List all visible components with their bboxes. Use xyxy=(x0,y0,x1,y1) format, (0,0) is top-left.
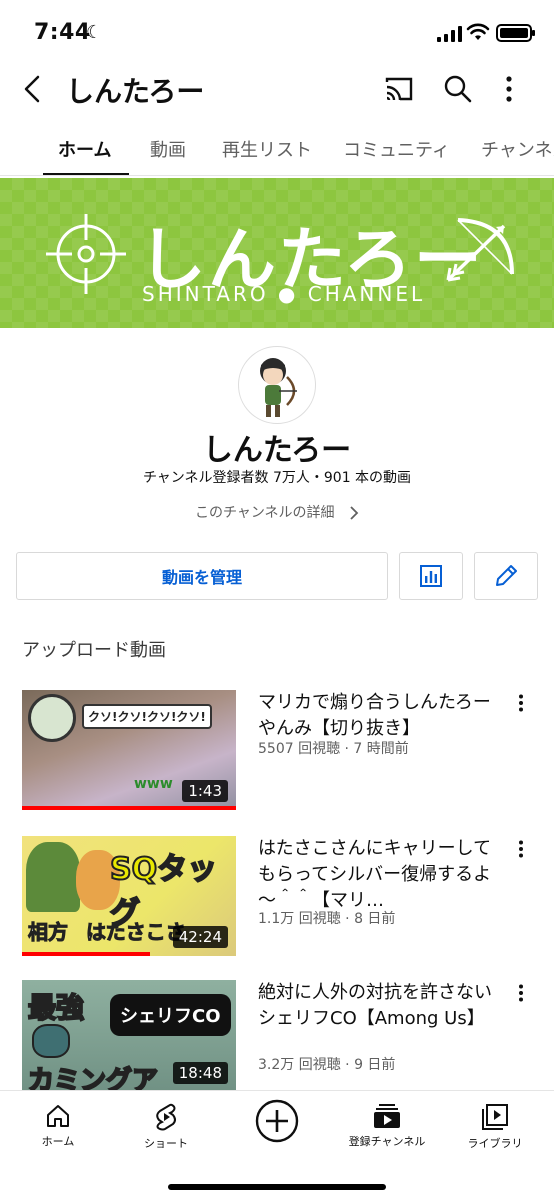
video-duration: 18:48 xyxy=(172,1062,228,1084)
video-thumbnail[interactable]: SQタッグ 相方 はたさこさ 42:24 xyxy=(22,836,236,956)
video-meta: 5507 回視聴 · 7 時間前 xyxy=(258,741,409,757)
video-more-icon[interactable] xyxy=(518,840,524,858)
manage-videos-button[interactable]: 動画を管理 xyxy=(16,552,388,600)
thumbnail-character xyxy=(32,1024,70,1058)
edit-channel-button[interactable] xyxy=(474,552,538,600)
video-item[interactable]: クソ!クソ!クソ!クソ! www 1:43 マリカで煽り合うしんたろーやんみ【切… xyxy=(0,690,554,810)
banner-subtitle: SHINTARO ● CHANNEL xyxy=(142,282,426,306)
status-time: 7:44 xyxy=(34,20,91,45)
library-icon xyxy=(482,1104,508,1130)
nav-home[interactable]: ホーム xyxy=(8,1103,108,1149)
nav-shorts-label: ショート xyxy=(144,1137,188,1150)
tab-videos[interactable]: 動画 xyxy=(150,136,186,162)
analytics-button[interactable] xyxy=(399,552,463,600)
app-header: しんたろー xyxy=(0,64,554,116)
home-icon xyxy=(47,1105,69,1127)
bow-icon xyxy=(446,218,514,282)
tab-community[interactable]: コミュニティ xyxy=(343,136,450,162)
watch-progress-bar xyxy=(22,952,151,956)
home-indicator xyxy=(168,1184,386,1190)
channel-avatar[interactable] xyxy=(238,346,316,424)
back-arrow-icon[interactable] xyxy=(18,74,48,104)
tab-channels[interactable]: チャンネル xyxy=(481,136,554,162)
shorts-icon xyxy=(156,1103,176,1131)
video-meta: 3.2万 回視聴 · 9 日前 xyxy=(258,1057,396,1073)
video-item[interactable]: 最強 シェリフCO カミングア 18:48 絶対に人外の対抗を許さないシェリフC… xyxy=(0,980,554,1090)
thumbnail-character xyxy=(26,842,80,912)
active-tab-indicator xyxy=(43,173,129,175)
signal-icon xyxy=(437,26,462,42)
more-options-icon[interactable] xyxy=(505,76,513,102)
watch-progress-bar xyxy=(22,806,236,810)
search-icon[interactable] xyxy=(443,74,473,104)
thumbnail-caption: カミングア xyxy=(27,1065,159,1090)
analytics-icon xyxy=(420,565,442,587)
nav-library-label: ライブラリ xyxy=(467,1137,523,1150)
video-meta: 1.1万 回視聴 · 8 日前 xyxy=(258,911,396,927)
video-duration: 42:24 xyxy=(172,926,228,948)
cast-icon[interactable] xyxy=(384,76,414,102)
video-thumbnail[interactable]: クソ!クソ!クソ!クソ! www 1:43 xyxy=(22,690,236,810)
crosshair-icon xyxy=(46,214,126,294)
nav-shorts[interactable]: ショート xyxy=(116,1103,216,1151)
channel-title: しんたろー xyxy=(66,75,205,108)
channel-name: しんたろー xyxy=(202,433,352,468)
thumbnail-caption: www xyxy=(134,776,173,792)
nav-subscriptions[interactable]: 登録チャンネル xyxy=(337,1103,437,1149)
nav-home-label: ホーム xyxy=(41,1135,75,1148)
battery-icon xyxy=(496,24,535,42)
nav-create[interactable] xyxy=(227,1099,327,1143)
channel-details-link[interactable]: このチャンネルの詳細 xyxy=(0,502,554,522)
video-title[interactable]: マリカで煽り合うしんたろーやんみ【切り抜き】 xyxy=(258,690,498,742)
pencil-icon xyxy=(496,565,517,586)
chevron-right-icon xyxy=(350,506,359,520)
video-title[interactable]: 絶対に人外の対抗を許さないシェリフCO【Among Us】 xyxy=(258,980,498,1032)
channel-banner: しんたろー SHINTARO ● CHANNEL xyxy=(0,178,554,328)
video-more-icon[interactable] xyxy=(518,984,524,1002)
moon-icon: ☾ xyxy=(86,22,103,43)
video-title[interactable]: はたさこさんにキャリーしてもらってシルバー復帰するよ～＾＾【マリ… xyxy=(258,836,498,914)
create-icon xyxy=(255,1099,299,1143)
video-item[interactable]: SQタッグ 相方 はたさこさ 42:24 はたさこさんにキャリーしてもらってシル… xyxy=(0,836,554,956)
thumbnail-character xyxy=(28,694,76,742)
uploads-section-title: アップロード動画 xyxy=(22,640,166,661)
video-more-icon[interactable] xyxy=(518,694,524,712)
avatar-character-icon xyxy=(260,358,297,417)
thumbnail-caption: クソ!クソ!クソ!クソ! xyxy=(82,704,212,729)
thumbnail-caption: 相方 xyxy=(28,920,69,945)
tab-playlists[interactable]: 再生リスト xyxy=(222,136,312,162)
video-duration: 1:43 xyxy=(182,780,228,802)
nav-subscriptions-label: 登録チャンネル xyxy=(348,1135,426,1148)
subscriptions-icon xyxy=(374,1104,400,1128)
nav-library[interactable]: ライブラリ xyxy=(445,1103,545,1151)
video-thumbnail[interactable]: 最強 シェリフCO カミングア 18:48 xyxy=(22,980,236,1090)
status-bar: 7:44 ☾ xyxy=(0,0,554,64)
wifi-icon xyxy=(466,23,490,40)
channel-tabs: ホーム 動画 再生リスト コミュニティ チャンネル xyxy=(0,124,554,176)
channel-stats: チャンネル登録者数 7万人・901 本の動画 xyxy=(142,470,412,486)
thumbnail-caption: 最強 xyxy=(27,990,85,1025)
channel-details-label: このチャンネルの詳細 xyxy=(194,505,335,521)
thumbnail-caption: はたさこさ xyxy=(86,920,187,945)
thumbnail-caption: シェリフCO xyxy=(110,994,231,1036)
tab-home[interactable]: ホーム xyxy=(58,136,111,162)
